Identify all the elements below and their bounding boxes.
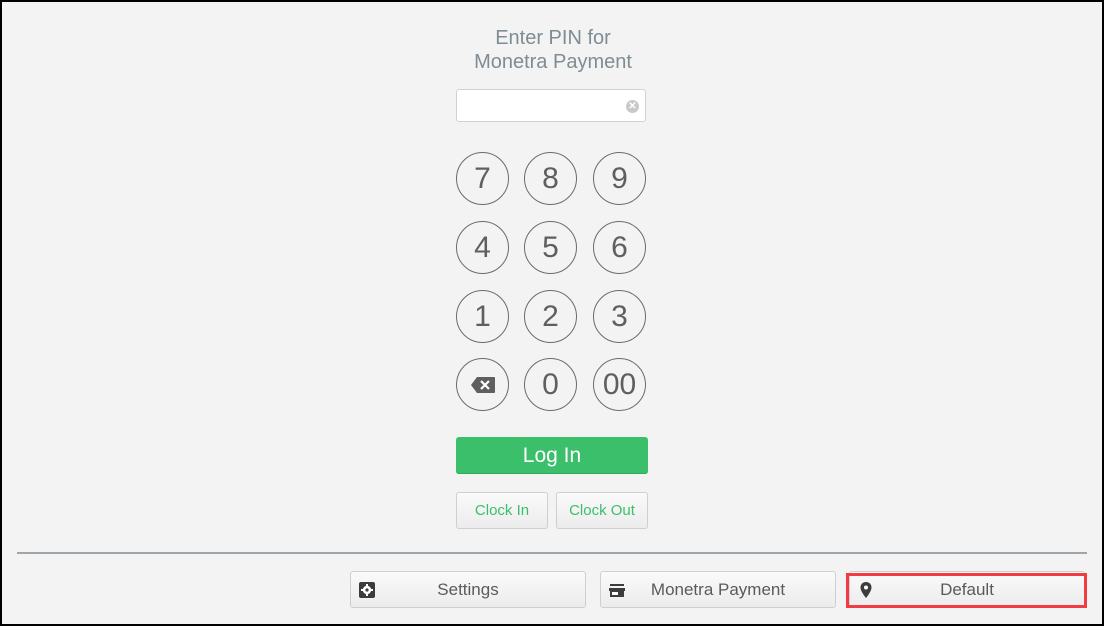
backspace-icon xyxy=(470,376,495,393)
key-7[interactable]: 7 xyxy=(456,152,509,205)
key-9[interactable]: 9 xyxy=(593,152,646,205)
location-pin-icon xyxy=(860,582,872,598)
pin-field[interactable]: ✕ xyxy=(456,89,646,122)
clock-out-button[interactable]: Clock Out xyxy=(556,492,648,529)
pin-input[interactable] xyxy=(457,90,629,120)
title-line-1: Enter PIN for xyxy=(495,27,611,49)
key-6[interactable]: 6 xyxy=(593,221,646,274)
settings-button[interactable]: Settings xyxy=(350,571,586,608)
gear-icon xyxy=(359,582,375,598)
key-4[interactable]: 4 xyxy=(456,221,509,274)
key-5[interactable]: 5 xyxy=(524,221,577,274)
key-0[interactable]: 0 xyxy=(524,358,577,411)
page-title: Enter PIN for Monetra Payment xyxy=(403,26,703,74)
pin-login-screen: Enter PIN for Monetra Payment ✕ 7 8 9 4 … xyxy=(2,2,1102,624)
key-3[interactable]: 3 xyxy=(593,290,646,343)
location-label: Default xyxy=(940,579,994,599)
settings-label: Settings xyxy=(437,579,499,599)
clock-in-button[interactable]: Clock In xyxy=(456,492,548,529)
key-1[interactable]: 1 xyxy=(456,290,509,343)
login-button[interactable]: Log In xyxy=(456,437,648,474)
key-2[interactable]: 2 xyxy=(524,290,577,343)
key-backspace[interactable] xyxy=(456,358,509,411)
key-00[interactable]: 00 xyxy=(593,358,646,411)
key-8[interactable]: 8 xyxy=(524,152,577,205)
location-button[interactable]: Default xyxy=(849,571,1085,608)
store-icon xyxy=(609,584,625,597)
title-line-2: Monetra Payment xyxy=(474,51,632,73)
clear-icon[interactable]: ✕ xyxy=(626,100,639,113)
merchant-label: Monetra Payment xyxy=(650,579,786,599)
merchant-button[interactable]: Monetra Payment xyxy=(600,571,836,608)
divider xyxy=(17,552,1087,554)
